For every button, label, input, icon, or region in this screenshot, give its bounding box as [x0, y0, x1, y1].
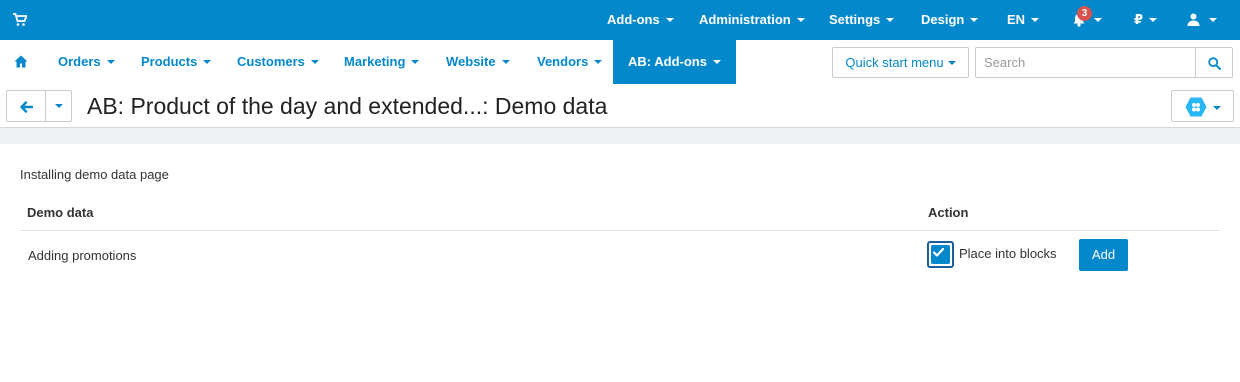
main-content: Installing demo data page Demo data Acti…: [0, 144, 1240, 382]
nav-ab-addons-label: AB: Add-ons: [628, 54, 707, 69]
search-button[interactable]: [1195, 47, 1233, 78]
chevron-down-icon: [947, 60, 956, 65]
topnav-design-label: Design: [921, 12, 965, 27]
topnav-addons-label: Add-ons: [607, 12, 660, 27]
chevron-down-icon: [54, 103, 63, 108]
chevron-down-icon: [712, 59, 721, 64]
home-icon[interactable]: [14, 55, 28, 68]
page-title: AB: Product of the day and extended...: …: [87, 93, 608, 119]
chevron-down-icon: [886, 17, 895, 22]
back-dropdown-toggle[interactable]: [45, 90, 72, 122]
chevron-down-icon: [594, 59, 603, 64]
title-bar: AB: Product of the day and extended...: …: [0, 86, 1240, 128]
search-icon: [1208, 57, 1221, 70]
nav-customers-label: Customers: [237, 54, 305, 69]
chevron-down-icon: [665, 17, 674, 22]
language-selector[interactable]: EN: [1007, 0, 1040, 40]
user-menu[interactable]: [1187, 0, 1217, 40]
chevron-down-icon: [411, 59, 420, 64]
user-icon: [1187, 13, 1200, 27]
topnav-settings-label: Settings: [829, 12, 881, 27]
topnav-addons[interactable]: Add-ons: [607, 0, 674, 40]
topnav-administration-label: Administration: [699, 12, 791, 27]
search-input[interactable]: [975, 47, 1196, 78]
nav-customers[interactable]: Customers: [237, 40, 319, 84]
nav-marketing-label: Marketing: [344, 54, 406, 69]
chevron-down-icon: [106, 59, 115, 64]
quick-start-menu-label: Quick start menu: [845, 55, 944, 70]
addon-menu-button[interactable]: [1171, 90, 1234, 122]
nav-orders[interactable]: Orders: [58, 40, 115, 84]
place-into-blocks-label: Place into blocks: [959, 246, 1057, 261]
quick-start-menu-button[interactable]: Quick start menu: [832, 47, 969, 78]
nav-marketing[interactable]: Marketing: [344, 40, 420, 84]
add-button[interactable]: Add: [1079, 239, 1128, 271]
top-bar: Add-ons Administration Settings Design E…: [0, 0, 1240, 40]
nav-vendors-label: Vendors: [537, 54, 589, 69]
content-separator: [0, 128, 1240, 144]
chevron-down-icon: [310, 59, 319, 64]
topnav-design[interactable]: Design: [921, 0, 979, 40]
column-header-action: Action: [928, 205, 969, 220]
chevron-down-icon: [970, 17, 979, 22]
nav-products[interactable]: Products: [141, 40, 212, 84]
topnav-settings[interactable]: Settings: [829, 0, 895, 40]
nav-products-label: Products: [141, 54, 198, 69]
chevron-down-icon: [203, 59, 212, 64]
column-header-demo-data: Demo data: [27, 205, 94, 220]
nav-orders-label: Orders: [58, 54, 101, 69]
chevron-down-icon: [796, 17, 805, 22]
chevron-down-icon: [1209, 17, 1217, 22]
arrow-left-icon: [20, 101, 33, 113]
table-header-divider: [20, 230, 1220, 231]
back-button[interactable]: [6, 90, 46, 122]
topnav-administration[interactable]: Administration: [699, 0, 805, 40]
notifications-count-badge: 3: [1077, 6, 1092, 21]
language-label: EN: [1007, 12, 1026, 27]
nav-website-label: Website: [446, 54, 496, 69]
chevron-down-icon: [1094, 17, 1102, 22]
nav-website[interactable]: Website: [446, 40, 510, 84]
demo-data-name: Adding promotions: [28, 248, 137, 263]
place-into-blocks-checkbox[interactable]: [927, 241, 954, 268]
nav-vendors[interactable]: Vendors: [537, 40, 603, 84]
section-heading: Installing demo data page: [20, 167, 169, 182]
shopping-cart-icon[interactable]: [13, 13, 27, 27]
currency-selector[interactable]: ₽: [1134, 0, 1158, 40]
chevron-down-icon: [1213, 106, 1221, 110]
chevron-down-icon: [1031, 17, 1040, 22]
chevron-down-icon: [1149, 17, 1158, 22]
addon-hexagon-icon: [1185, 97, 1207, 117]
currency-label: ₽: [1134, 12, 1144, 27]
chevron-down-icon: [501, 59, 510, 64]
nav-ab-addons[interactable]: AB: Add-ons: [613, 40, 736, 84]
checkmark-icon: [933, 248, 944, 257]
